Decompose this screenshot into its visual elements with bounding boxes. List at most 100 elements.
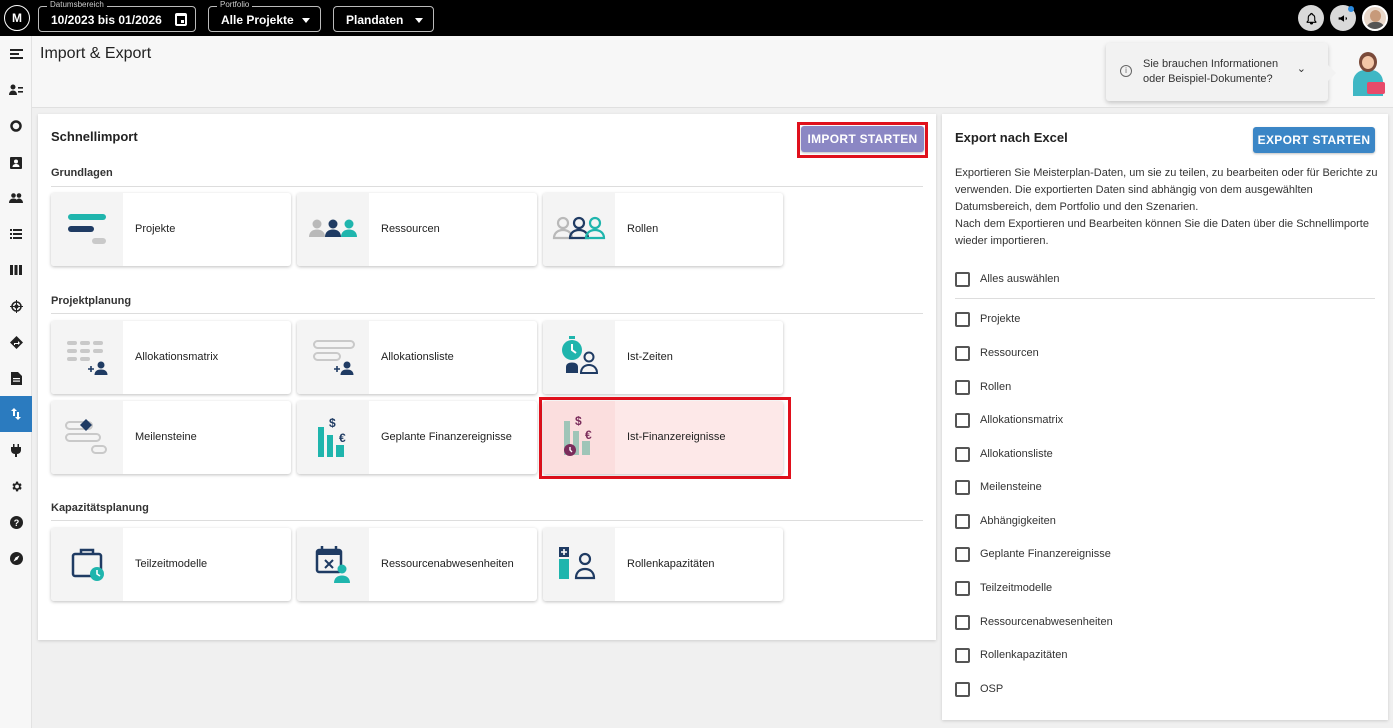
checkbox-label: Rollen — [980, 381, 1012, 393]
milestones-icon — [51, 401, 123, 474]
tile-rollen[interactable]: Rollen — [543, 193, 783, 266]
checkbox-osp[interactable]: OSP — [955, 680, 1003, 698]
logo-text: M — [12, 11, 22, 25]
checkbox-icon[interactable] — [955, 614, 970, 630]
checkbox-icon[interactable] — [955, 513, 970, 529]
tile-label: Allokationsmatrix — [135, 351, 219, 363]
allocation-matrix-icon — [51, 321, 123, 394]
checkbox-ressourcen[interactable]: Ressourcen — [955, 344, 1039, 362]
checkbox-geplante-finanzereignisse[interactable]: Geplante Finanzereignisse — [955, 545, 1111, 563]
document-icon[interactable] — [0, 360, 32, 396]
import-start-button[interactable]: IMPORT STARTEN — [801, 126, 924, 152]
checkbox-allokationsliste[interactable]: Allokationsliste — [955, 445, 1053, 463]
notifications-button[interactable] — [1298, 5, 1324, 31]
checkbox-rollen[interactable]: Rollen — [955, 378, 1011, 396]
tile-label: Rollen — [627, 223, 659, 235]
checkbox-label: Meilensteine — [980, 481, 1042, 493]
tile-rollenkapazitaeten[interactable]: Rollenkapazitäten — [543, 528, 783, 601]
columns-icon[interactable] — [0, 252, 32, 288]
data-source-select[interactable]: Plandaten — [333, 6, 434, 32]
data-source-value: Plandaten — [346, 13, 404, 27]
checkbox-icon[interactable] — [955, 580, 970, 596]
checkbox-meilensteine[interactable]: Meilensteine — [955, 478, 1042, 496]
export-description-text-2: Nach dem Exportieren und Bearbeiten könn… — [955, 218, 1369, 247]
checkbox-icon[interactable] — [955, 271, 970, 287]
app-logo[interactable]: M — [4, 5, 30, 31]
checkbox-abhaengigkeiten[interactable]: Abhängigkeiten — [955, 512, 1056, 530]
checkbox-projekte[interactable]: Projekte — [955, 310, 1020, 328]
menu-icon[interactable] — [0, 36, 32, 72]
left-navigation: ? — [0, 36, 32, 728]
dashboard-icon[interactable] — [0, 108, 32, 144]
tile-ressourcen[interactable]: Ressourcen — [297, 193, 537, 266]
portfolio-select[interactable]: Portfolio Alle Projekte — [208, 0, 321, 32]
portfolio-value: Alle Projekte — [221, 13, 294, 27]
part-time-icon — [51, 528, 123, 601]
projects-icon — [51, 193, 123, 266]
export-title: Export nach Excel — [955, 130, 1068, 145]
date-range-value: 10/2023 bis 01/2026 — [51, 13, 162, 27]
tile-allokationsliste[interactable]: Allokationsliste — [297, 321, 537, 394]
checkbox-rollenkapazitaeten[interactable]: Rollenkapazitäten — [955, 646, 1067, 664]
export-start-button[interactable]: EXPORT STARTEN — [1253, 127, 1375, 153]
gear-icon[interactable] — [0, 468, 32, 504]
user-avatar[interactable] — [1362, 5, 1388, 31]
users-list-icon[interactable] — [0, 72, 32, 108]
checkbox-label: Ressourcen — [980, 347, 1039, 359]
checkbox-ressourcenabwesenheiten[interactable]: Ressourcenabwesenheiten — [955, 613, 1113, 631]
checkbox-label: Allokationsliste — [980, 448, 1053, 460]
tile-label: Rollenkapazitäten — [627, 558, 715, 570]
tile-allokationsmatrix[interactable]: Allokationsmatrix — [51, 321, 291, 394]
roadmap-icon[interactable] — [0, 324, 32, 360]
checkbox-label: Rollenkapazitäten — [980, 649, 1068, 661]
checkbox-icon[interactable] — [955, 311, 970, 327]
svg-text:€: € — [585, 428, 592, 442]
svg-text:€: € — [339, 431, 346, 445]
actual-times-icon — [543, 321, 615, 394]
tile-geplante-finanzereignisse[interactable]: $ € Geplante Finanzereignisse — [297, 401, 537, 474]
checkbox-label: OSP — [980, 683, 1004, 695]
section-title-projektplanung: Projektplanung — [51, 295, 132, 307]
checkbox-icon[interactable] — [955, 479, 970, 495]
checkbox-icon[interactable] — [955, 681, 970, 697]
checkbox-icon[interactable] — [955, 345, 970, 361]
target-icon[interactable] — [0, 288, 32, 324]
help-icon[interactable]: ? — [0, 504, 32, 540]
checkbox-icon[interactable] — [955, 647, 970, 663]
export-description: Exportieren Sie Meisterplan-Daten, um si… — [955, 165, 1379, 250]
date-range-picker[interactable]: Datumsbereich 10/2023 bis 01/2026 — [38, 0, 196, 32]
checkbox-icon[interactable] — [955, 412, 970, 428]
plugin-icon[interactable] — [0, 432, 32, 468]
team-icon[interactable] — [0, 180, 32, 216]
import-export-icon[interactable] — [0, 396, 32, 432]
info-dropdown[interactable]: i Sie brauchen Informationen oder Beispi… — [1106, 43, 1336, 101]
tile-meilensteine[interactable]: Meilensteine — [51, 401, 291, 474]
info-text: Sie brauchen Informationen oder Beispiel… — [1143, 58, 1279, 85]
checkbox-label: Geplante Finanzereignisse — [980, 548, 1111, 560]
checkbox-icon[interactable] — [955, 379, 970, 395]
compass-icon[interactable] — [0, 540, 32, 576]
contact-card-icon[interactable] — [0, 144, 32, 180]
export-card: Export nach Excel EXPORT STARTEN Exporti… — [942, 114, 1388, 720]
date-range-caption: Datumsbereich — [47, 0, 107, 10]
notification-dot — [1348, 6, 1354, 12]
allocation-list-icon — [297, 321, 369, 394]
svg-text:?: ? — [13, 518, 19, 528]
tile-ist-zeiten[interactable]: Ist-Zeiten — [543, 321, 783, 394]
tile-ressourcenabwesenheiten[interactable]: Ressourcenabwesenheiten — [297, 528, 537, 601]
tile-teilzeitmodelle[interactable]: Teilzeitmodelle — [51, 528, 291, 601]
checkbox-allokationsmatrix[interactable]: Allokationsmatrix — [955, 411, 1063, 429]
portfolio-caption: Portfolio — [217, 0, 253, 10]
checkbox-icon[interactable] — [955, 446, 970, 462]
checkbox-label: Alles auswählen — [980, 273, 1060, 285]
tile-label: Ressourcen — [381, 223, 440, 235]
checkbox-teilzeitmodelle[interactable]: Teilzeitmodelle — [955, 579, 1052, 597]
roles-icon — [543, 193, 615, 266]
checkbox-icon[interactable] — [955, 546, 970, 562]
announcements-button[interactable] — [1330, 5, 1356, 31]
list-icon[interactable] — [0, 216, 32, 252]
tile-ist-finanzereignisse[interactable]: $ € Ist-Finanzereignisse — [543, 401, 783, 474]
tile-projekte[interactable]: Projekte — [51, 193, 291, 266]
tile-label: Meilensteine — [135, 431, 197, 443]
checkbox-select-all[interactable]: Alles auswählen — [955, 270, 1060, 288]
